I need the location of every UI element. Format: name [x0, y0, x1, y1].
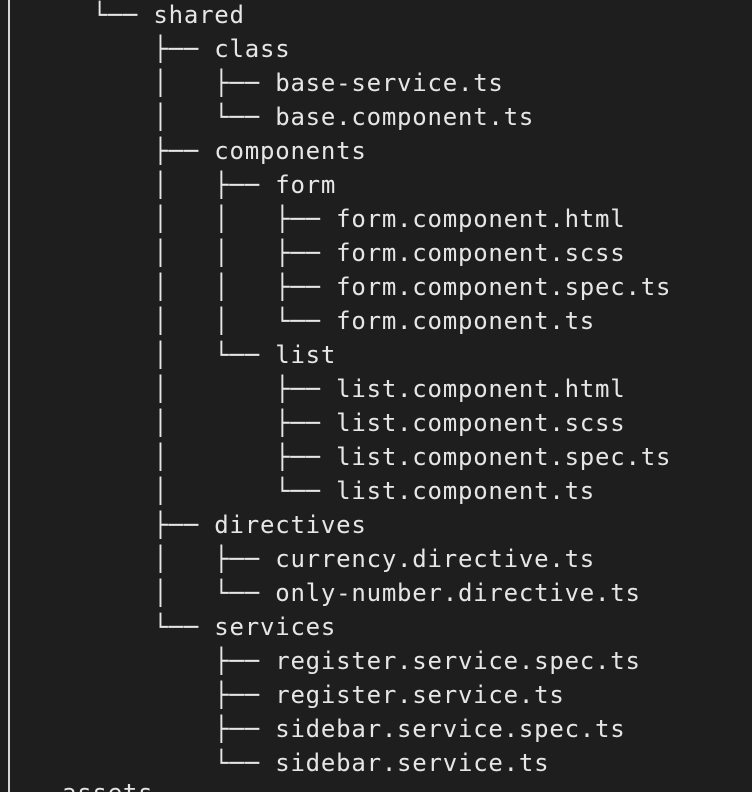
tree-line: │ ├── form	[62, 171, 337, 199]
cut-off-tree-line: assets	[62, 776, 153, 792]
tree-line: │ │ ├── form.component.spec.ts	[62, 273, 672, 301]
tree-line: │ │ ├── form.component.scss	[62, 239, 626, 267]
tree-line: └── services	[62, 613, 337, 641]
tree-line: │ ├── list.component.spec.ts	[62, 443, 672, 471]
tree-line: ├── class	[62, 35, 291, 63]
tree-line: │ └── list.component.ts	[62, 477, 596, 505]
tree-line: │ ├── currency.directive.ts	[62, 545, 596, 573]
file-tree: └── shared ├── class │ ├── base-service.…	[62, 0, 671, 780]
tree-line: │ └── base.component.ts	[62, 103, 535, 131]
tree-line: │ ├── base-service.ts	[62, 69, 504, 97]
tree-line: │ ├── list.component.scss	[62, 409, 626, 437]
tree-line: │ │ ├── form.component.html	[62, 205, 626, 233]
tree-line: │ └── only-number.directive.ts	[62, 579, 641, 607]
terminal-window: └── shared ├── class │ ├── base-service.…	[0, 0, 752, 792]
left-border-line	[8, 0, 10, 792]
tree-line: │ └── list	[62, 341, 337, 369]
tree-line: ├── sidebar.service.spec.ts	[62, 715, 626, 743]
tree-line: │ │ └── form.component.ts	[62, 307, 596, 335]
tree-line: ├── directives	[62, 511, 367, 539]
tree-line: └── shared	[62, 1, 245, 29]
tree-line: └── sidebar.service.ts	[62, 749, 550, 777]
tree-line: │ ├── list.component.html	[62, 375, 626, 403]
tree-line: ├── register.service.ts	[62, 681, 565, 709]
tree-line: ├── components	[62, 137, 367, 165]
tree-line: ├── register.service.spec.ts	[62, 647, 641, 675]
